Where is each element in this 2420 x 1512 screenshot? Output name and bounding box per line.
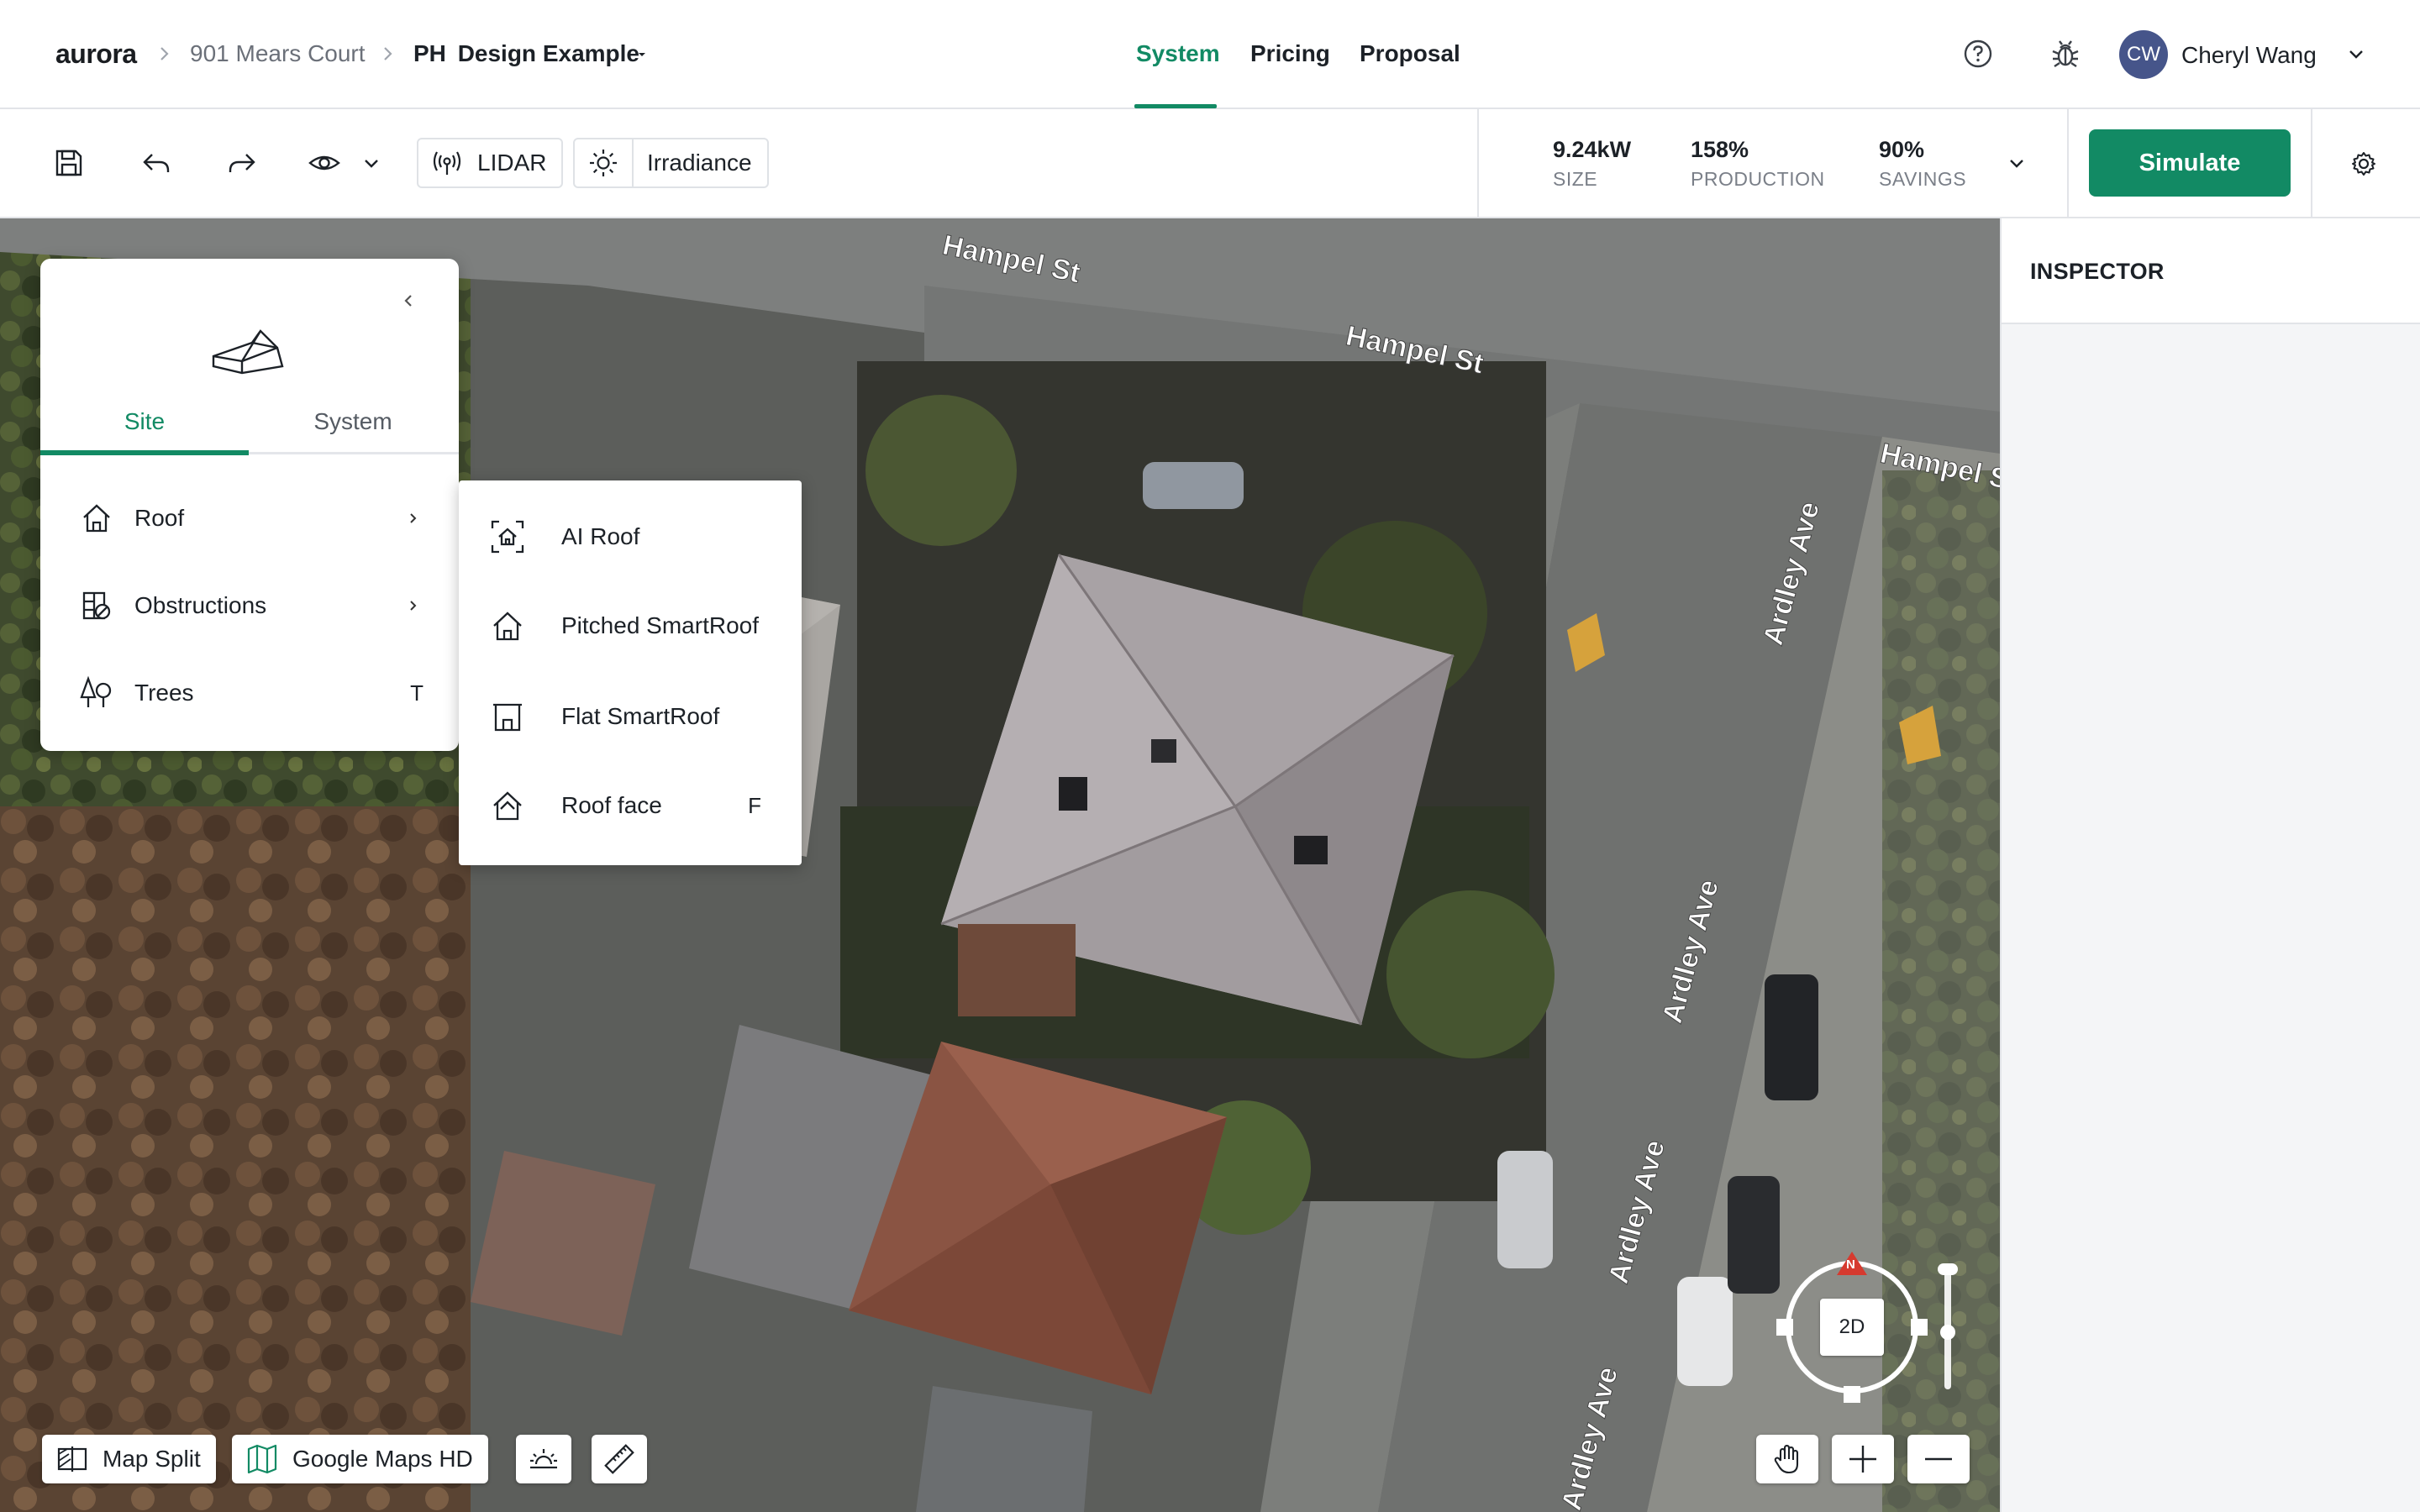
submenu-item-label: Roof face (561, 792, 662, 818)
compass-view-control[interactable]: N 2D (1773, 1252, 1958, 1420)
lidar-label: LIDAR (477, 150, 547, 176)
stat-value: 9.24kW (1553, 137, 1632, 162)
stat-value: 158% (1691, 137, 1749, 162)
redo-icon[interactable] (225, 146, 259, 180)
map-icon (245, 1442, 279, 1476)
ruler-icon (602, 1442, 636, 1476)
help-icon[interactable] (1961, 37, 1995, 71)
divider (2311, 109, 2312, 218)
save-icon[interactable] (52, 146, 86, 180)
inspector-panel: INSPECTOR (2000, 218, 2420, 1512)
submenu-item-roof-face[interactable]: Roof face F (459, 761, 802, 850)
panel-tab-underline (40, 450, 459, 455)
imagery-source-button[interactable]: Google Maps HD (232, 1435, 488, 1483)
pan-button[interactable] (1756, 1435, 1818, 1483)
zoom-in-button[interactable] (1832, 1435, 1894, 1483)
roof-face-icon (489, 787, 526, 824)
stat-label: PRODUCTION (1691, 168, 1825, 190)
sunrise-icon (527, 1442, 560, 1476)
undo-icon[interactable] (139, 146, 173, 180)
menu-item-label: Obstructions (134, 592, 267, 618)
top-navigation-bar: aurora 901 Mears Court PH Design Example… (0, 0, 2420, 109)
menu-item-obstructions[interactable]: Obstructions (40, 568, 459, 643)
chevron-down-icon[interactable] (360, 151, 383, 175)
compass-north-label: N (1846, 1257, 1855, 1272)
tab-site[interactable]: Site (40, 405, 249, 438)
zoom-out-button[interactable] (1907, 1435, 1970, 1483)
breadcrumb-design[interactable]: PH Design Example (413, 37, 639, 71)
stat-label: SIZE (1553, 168, 1598, 190)
inspector-title: INSPECTOR (2002, 218, 2420, 324)
stat-value: 90% (1879, 137, 1925, 162)
tab-system[interactable]: System (1136, 37, 1220, 71)
design-name: Design Example (457, 40, 639, 66)
chevron-down-icon[interactable] (2344, 42, 2368, 66)
production-stat: 158% PRODUCTION (1691, 134, 1825, 193)
bug-report-icon[interactable] (2049, 37, 2082, 71)
menu-item-trees[interactable]: Trees T (40, 655, 459, 731)
roof-submenu: AI Roof Pitched SmartRoof Flat SmartRoof… (459, 480, 802, 865)
view-mode-toggle[interactable]: 2D (1820, 1299, 1884, 1356)
submenu-item-ai-roof[interactable]: AI Roof (459, 492, 802, 581)
chevron-right-icon (380, 42, 397, 66)
obstructions-icon (79, 588, 114, 623)
chevron-right-icon (156, 42, 173, 66)
tab-system[interactable]: System (249, 405, 457, 438)
pitched-roof-icon (489, 607, 526, 644)
flat-roof-icon (489, 698, 526, 735)
imagery-source-label: Google Maps HD (292, 1446, 473, 1472)
ai-roof-icon (489, 518, 526, 555)
submenu-item-label: AI Roof (561, 523, 640, 549)
sun-position-button[interactable] (516, 1435, 571, 1483)
submenu-item-label: Pitched SmartRoof (561, 612, 759, 638)
aurora-logo[interactable]: aurora (55, 39, 137, 70)
menu-item-roof[interactable]: Roof (40, 480, 459, 556)
settings-gear-icon[interactable] (2349, 150, 2378, 178)
plus-icon (1846, 1442, 1880, 1476)
submenu-item-pitched-smartroof[interactable]: Pitched SmartRoof (459, 581, 802, 670)
tab-proposal[interactable]: Proposal (1360, 37, 1460, 71)
divider (1477, 109, 1479, 218)
map-split-button[interactable]: Map Split (42, 1435, 216, 1483)
map-split-icon (55, 1442, 89, 1476)
keyboard-shortcut: T (410, 680, 424, 706)
building-3d-icon (210, 326, 289, 376)
stat-label: SAVINGS (1879, 168, 1967, 190)
caret-down-icon[interactable] (635, 49, 649, 60)
keyboard-shortcut: F (748, 792, 761, 818)
house-icon (79, 501, 114, 536)
submenu-item-flat-smartroof[interactable]: Flat SmartRoof (459, 672, 802, 761)
design-prefix: PH (413, 40, 446, 66)
chevron-right-icon (405, 597, 422, 614)
breadcrumb-project[interactable]: 901 Mears Court (190, 37, 366, 71)
hand-pan-icon (1770, 1442, 1804, 1476)
simulate-button[interactable]: Simulate (2089, 129, 2291, 197)
active-tab-indicator (1134, 104, 1217, 108)
menu-item-label: Trees (134, 680, 194, 706)
collapse-panel-chevron-icon[interactable] (397, 289, 420, 312)
lidar-button[interactable]: LIDAR (417, 138, 564, 188)
site-tools-panel: Site System Roof Obstructions Trees T (40, 259, 459, 751)
eye-icon[interactable] (308, 146, 341, 180)
system-size-stat: 9.24kW SIZE (1553, 134, 1631, 193)
menu-item-label: Roof (134, 505, 185, 531)
user-avatar[interactable]: CW (2119, 30, 2168, 79)
lidar-icon (430, 146, 464, 180)
tab-pricing[interactable]: Pricing (1250, 37, 1330, 71)
minus-icon (1922, 1442, 1955, 1476)
design-toolbar: LIDAR Irradiance 9.24kW SIZE 158% PRODUC… (0, 109, 2420, 218)
chevron-down-icon[interactable] (2005, 151, 2028, 175)
chevron-right-icon (405, 510, 422, 527)
trees-icon (79, 675, 114, 711)
submenu-item-label: Flat SmartRoof (561, 703, 720, 729)
map-split-label: Map Split (103, 1446, 201, 1472)
sun-icon (575, 139, 634, 186)
measure-button[interactable] (592, 1435, 647, 1483)
irradiance-label: Irradiance (647, 150, 752, 176)
user-name[interactable]: Cheryl Wang (2181, 39, 2317, 72)
divider (2067, 109, 2069, 218)
savings-stat: 90% SAVINGS (1879, 134, 1966, 193)
irradiance-button[interactable]: Irradiance (573, 138, 769, 188)
